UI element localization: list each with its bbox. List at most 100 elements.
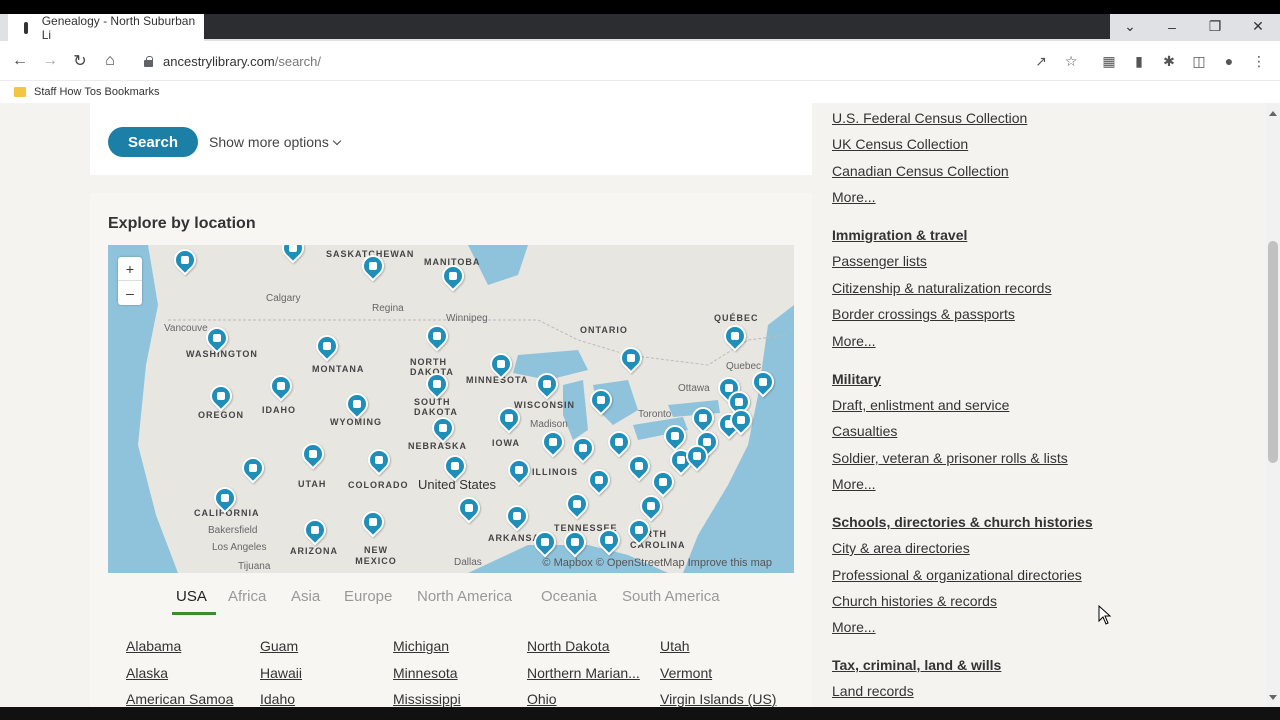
map-attribution[interactable]: © Mapbox © OpenStreetMap Improve this ma… [542, 557, 772, 569]
forward-arrow-icon[interactable]: → [38, 49, 62, 73]
state-link[interactable]: Idaho [260, 686, 390, 707]
military-link[interactable]: Soldier, veteran & prisoner rolls & list… [832, 450, 1068, 466]
explore-heading: Explore by location [108, 215, 256, 232]
tab-title: Genealogy - North Suburban Li [41, 13, 196, 42]
state-link[interactable]: North Dakota [527, 633, 657, 660]
map-label-wisconsin: WISCONSIN [514, 400, 576, 410]
extension-icon[interactable]: ▦ [1100, 52, 1118, 70]
military-heading-link[interactable]: Military [832, 371, 881, 387]
state-column: North Dakota Northern Marian... Ohio [527, 633, 657, 707]
immigration-link[interactable]: Passenger lists [832, 253, 927, 269]
tab-europe[interactable]: Europe [344, 588, 392, 605]
explore-by-location-section: Explore by location + – MANITOBA ONTARIO… [90, 193, 812, 707]
state-link[interactable]: Hawaii [260, 660, 390, 687]
immigration-more-link[interactable]: More... [832, 333, 876, 349]
immigration-heading-link[interactable]: Immigration & travel [832, 227, 967, 243]
restore-button[interactable]: ❐ [1193, 14, 1237, 39]
map-label-vancouver: Vancouve [164, 323, 208, 334]
state-link[interactable]: Utah [660, 633, 790, 660]
star-icon[interactable]: ☆ [1062, 52, 1080, 70]
state-link[interactable]: Minnesota [393, 660, 523, 687]
extension-dark-icon[interactable]: ▮ [1130, 52, 1148, 70]
tax-heading-link[interactable]: Tax, criminal, land & wills [832, 657, 1001, 673]
military-more-link[interactable]: More... [832, 476, 876, 492]
map-label-washington: WASHINGTON [186, 349, 258, 359]
census-link[interactable]: UK Census Collection [832, 136, 968, 152]
state-link[interactable]: Virgin Islands (US) [660, 686, 790, 707]
state-link[interactable]: Vermont [660, 660, 790, 687]
search-button[interactable]: Search [108, 127, 198, 157]
tab-search-chevron-icon[interactable]: ⌄ [1108, 14, 1152, 39]
scrollbar-thumb[interactable] [1268, 241, 1278, 463]
state-link[interactable]: Mississippi [393, 686, 523, 707]
census-link[interactable]: Canadian Census Collection [832, 163, 1009, 179]
state-link[interactable]: Northern Marian... [527, 660, 657, 687]
map-label-south-dakota: SOUTH DAKOTA [414, 397, 458, 417]
side-panel-icon[interactable]: ◫ [1190, 52, 1208, 70]
screen-bottom-strip [0, 707, 1280, 720]
scroll-up-icon[interactable] [1269, 111, 1277, 116]
tab-asia[interactable]: Asia [291, 588, 320, 605]
schools-link[interactable]: City & area directories [832, 540, 970, 556]
immigration-link[interactable]: Border crossings & passports [832, 306, 1015, 322]
schools-more-link[interactable]: More... [832, 619, 876, 635]
state-link[interactable]: Michigan [393, 633, 523, 660]
map-label-regina: Regina [372, 303, 404, 314]
state-link[interactable]: Guam [260, 633, 390, 660]
schools-link[interactable]: Church histories & records [832, 593, 997, 609]
state-column: Utah Vermont Virgin Islands (US) [660, 633, 790, 707]
map-label-illinois: ILLINOIS [532, 467, 578, 477]
schools-link[interactable]: Professional & organizational directorie… [832, 567, 1082, 583]
schools-heading-link[interactable]: Schools, directories & church histories [832, 514, 1093, 530]
tab-south-america[interactable]: South America [622, 588, 720, 605]
chevron-down-icon [332, 136, 342, 145]
reload-icon[interactable]: ↻ [68, 49, 92, 73]
zoom-in-button[interactable]: + [118, 257, 142, 281]
census-more-link[interactable]: More... [832, 189, 876, 205]
state-column: Michigan Minnesota Mississippi [393, 633, 523, 707]
browser-tab[interactable]: Genealogy - North Suburban Li [8, 13, 204, 42]
zoom-out-button[interactable]: – [118, 281, 142, 305]
share-icon[interactable]: ↗ [1032, 52, 1050, 70]
state-link[interactable]: Alaska [126, 660, 256, 687]
tab-africa[interactable]: Africa [228, 588, 266, 605]
tab-strip-background [204, 14, 1110, 39]
bookmarks-bar: Staff How Tos Bookmarks [0, 81, 1280, 103]
state-link[interactable]: Alabama [126, 633, 256, 660]
military-link[interactable]: Draft, enlistment and service [832, 397, 1009, 413]
tab-usa[interactable]: USA [172, 588, 216, 615]
tab-oceania[interactable]: Oceania [541, 588, 597, 605]
map-label-iowa: IOWA [492, 438, 520, 448]
census-link[interactable]: U.S. Federal Census Collection [832, 110, 1027, 126]
menu-icon[interactable]: ⋮ [1250, 52, 1268, 70]
map-label-quebec: QUÉBEC [714, 313, 759, 323]
url-host: ancestrylibrary.com [163, 53, 275, 69]
map-label-los-angeles: Los Angeles [212, 542, 267, 553]
page-scrollbar[interactable] [1266, 103, 1280, 707]
map-label-idaho: IDAHO [262, 405, 296, 415]
map-label-arizona: ARIZONA [290, 546, 338, 556]
back-arrow-icon[interactable]: ← [8, 49, 32, 73]
address-toolbar: ← → ↻ ⌂ ancestrylibrary.com/search/ [0, 41, 1280, 81]
page-content: Search Show more options Explore by loca… [0, 103, 1266, 707]
state-link[interactable]: American Samoa [126, 686, 256, 707]
folder-icon [14, 87, 26, 97]
address-bar[interactable]: ancestrylibrary.com/search/ [130, 46, 1090, 76]
location-map[interactable]: + – SASKATCHEWAN MANITOBA ONTARIO QUÉBEC… [108, 245, 794, 573]
bookmark-folder-label[interactable]: Staff How Tos Bookmarks [34, 86, 160, 98]
tab-favicon-icon [20, 21, 32, 35]
military-link[interactable]: Casualties [832, 423, 897, 439]
scroll-down-icon[interactable] [1269, 695, 1277, 700]
state-link[interactable]: Ohio [527, 686, 657, 707]
map-label-bakersfield: Bakersfield [208, 525, 258, 536]
minimize-button[interactable]: – [1150, 14, 1194, 39]
tab-north-america[interactable]: North America [417, 588, 512, 605]
puzzle-icon[interactable]: ✱ [1160, 52, 1178, 70]
show-more-options-link[interactable]: Show more options [209, 134, 342, 150]
profile-icon[interactable]: ● [1220, 52, 1238, 70]
immigration-link[interactable]: Citizenship & naturalization records [832, 280, 1051, 296]
tax-link[interactable]: Land records [832, 683, 914, 699]
home-icon[interactable]: ⌂ [98, 49, 122, 73]
close-window-button[interactable]: ✕ [1236, 14, 1280, 39]
map-label-ontario: ONTARIO [580, 325, 628, 335]
